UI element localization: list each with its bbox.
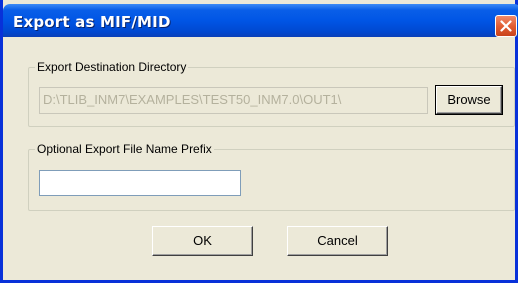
export-dialog: Export as MIF/MID Export Destination Dir… xyxy=(0,0,518,283)
destination-path-field: D:\TLIB_INM7\EXAMPLES\TEST50_INM7.0\OUT1… xyxy=(39,87,428,114)
cancel-button[interactable]: Cancel xyxy=(287,226,388,256)
prefix-input[interactable] xyxy=(39,170,241,196)
title-bar[interactable]: Export as MIF/MID xyxy=(3,4,518,37)
ok-button[interactable]: OK xyxy=(152,226,253,256)
close-icon xyxy=(500,20,512,32)
prefix-legend: Optional Export File Name Prefix xyxy=(35,142,214,156)
dialog-title: Export as MIF/MID xyxy=(13,13,171,31)
destination-legend: Export Destination Directory xyxy=(35,60,189,74)
close-button[interactable] xyxy=(495,15,517,37)
browse-button[interactable]: Browse xyxy=(435,85,503,115)
